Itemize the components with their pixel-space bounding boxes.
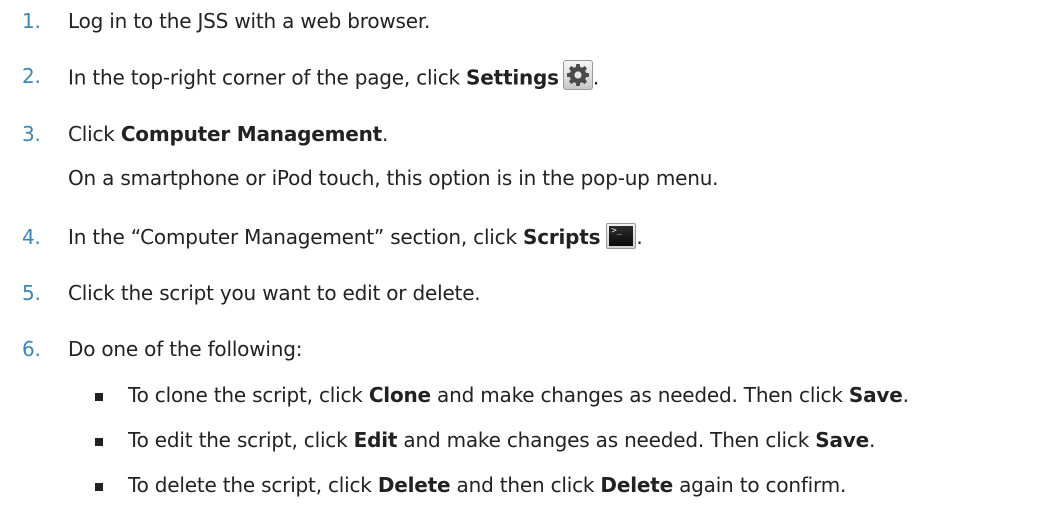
clone-label: Clone bbox=[368, 383, 431, 407]
step-text: Do one of the following: bbox=[68, 337, 303, 361]
step-text-part: In the “Computer Management” section, cl… bbox=[68, 225, 523, 249]
option-text-part: To clone the script, click bbox=[128, 383, 369, 407]
option-text: To delete the script, click Delete and t… bbox=[128, 473, 846, 497]
delete-label: Delete bbox=[377, 473, 451, 497]
option-text: To edit the script, click Edit and make … bbox=[128, 428, 875, 452]
step-text-part: . bbox=[636, 225, 643, 249]
option-text-part: and make changes as needed. Then click bbox=[397, 428, 816, 452]
gear-icon bbox=[562, 60, 593, 90]
step-number: 3. bbox=[22, 122, 41, 146]
option-text-part: and then click bbox=[450, 473, 601, 497]
option-text-part: To edit the script, click bbox=[128, 428, 354, 452]
step-text: In the top-right corner of the page, cli… bbox=[68, 60, 600, 94]
option-text-part: and make changes as needed. Then click bbox=[430, 383, 849, 407]
step-text: Log in to the JSS with a web browser. bbox=[68, 9, 431, 33]
scripts-label: Scripts bbox=[523, 225, 601, 249]
option-text-part: . bbox=[902, 383, 909, 407]
step-text: Click Computer Management. bbox=[68, 122, 388, 146]
computer-management-label: Computer Management bbox=[120, 122, 383, 146]
settings-label: Settings bbox=[466, 65, 559, 90]
step-number: 4. bbox=[22, 225, 41, 249]
delete-label: Delete bbox=[600, 473, 673, 497]
save-label: Save bbox=[848, 383, 903, 407]
bullet-icon bbox=[95, 438, 103, 446]
edit-label: Edit bbox=[353, 428, 398, 452]
option-text-part: again to confirm. bbox=[672, 473, 847, 497]
option-text-part: . bbox=[868, 428, 876, 452]
terminal-prompt-glyph: >_ bbox=[609, 225, 634, 246]
step-note: On a smartphone or iPod touch, this opti… bbox=[68, 166, 719, 190]
step-text-part: In the top-right corner of the page, cli… bbox=[68, 65, 467, 90]
step-text: Click the script you want to edit or del… bbox=[68, 281, 481, 305]
bullet-icon bbox=[95, 483, 103, 491]
step-number: 2. bbox=[22, 64, 41, 88]
step-number: 1. bbox=[22, 9, 41, 33]
bullet-icon bbox=[95, 393, 103, 401]
option-text-part: To delete the script, click bbox=[128, 473, 378, 497]
terminal-icon: >_ bbox=[606, 222, 637, 249]
step-text: In the “Computer Management” section, cl… bbox=[68, 222, 643, 252]
step-text-part: . bbox=[592, 65, 600, 90]
step-text-part: . bbox=[382, 122, 389, 146]
step-number: 6. bbox=[22, 337, 41, 361]
option-text: To clone the script, click Clone and mak… bbox=[128, 383, 909, 407]
step-number: 5. bbox=[22, 281, 41, 305]
step-text-part: Click bbox=[68, 122, 121, 146]
save-label: Save bbox=[815, 428, 869, 452]
